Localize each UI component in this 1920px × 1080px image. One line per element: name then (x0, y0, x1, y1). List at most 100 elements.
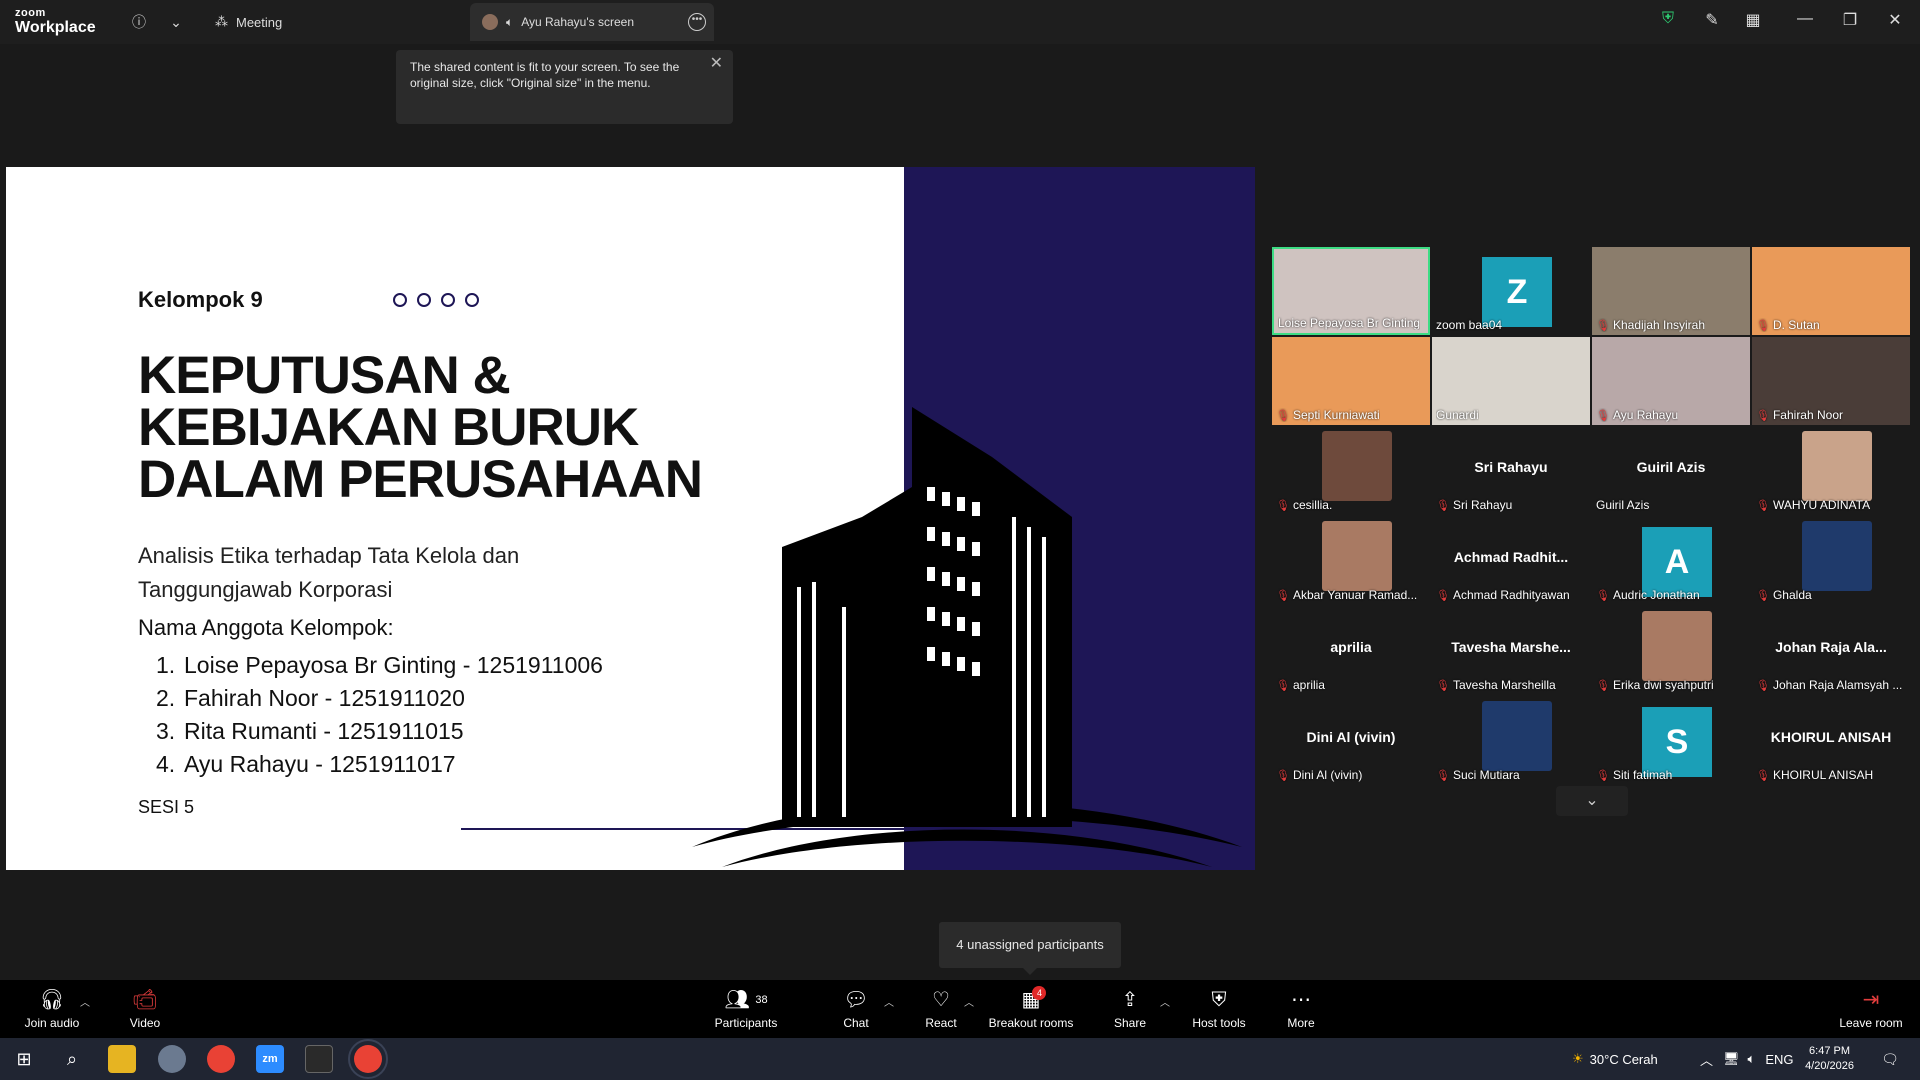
slide-title: KEPUTUSAN & KEBIJAKAN BURUK DALAM PERUSA… (138, 349, 758, 506)
chat-button[interactable]: 💬︎ Chat (838, 988, 874, 1030)
close-icon[interactable]: ✕ (710, 56, 723, 72)
participant-tile[interactable]: 🎙︎ cesillia. (1272, 427, 1430, 515)
participant-name-label: Loise Pepayosa Br Ginting (1278, 316, 1420, 330)
participant-name: Tavesha Marsheilla (1452, 678, 1556, 692)
chrome-icon[interactable] (348, 1039, 388, 1079)
participant-tile[interactable]: 🎙︎ Erika dwi syahputri (1592, 607, 1750, 695)
member-item: 2. Fahirah Noor - 1251911020 (156, 685, 465, 711)
chevron-up-icon[interactable]: ︿ (1160, 994, 1170, 1009)
members-heading: Nama Anggota Kelompok: (138, 615, 394, 640)
minimize-icon[interactable]: — (1793, 10, 1817, 28)
chevron-down-icon[interactable]: ⌄ (165, 11, 187, 33)
close-icon[interactable]: ✕ (1883, 10, 1907, 30)
avatar (1802, 521, 1872, 591)
tooltip-text: The shared content is fit to your screen… (410, 60, 680, 90)
participant-tile[interactable]: 🎙︎ Septi Kurniawati (1272, 337, 1430, 425)
pencil-icon[interactable]: ✎ (1700, 10, 1724, 30)
participant-name: Ghalda (1772, 588, 1812, 602)
participant-tile[interactable]: 🎙︎ Ayu Rahayu (1592, 337, 1750, 425)
info-icon[interactable]: ⓘ (128, 11, 150, 33)
clock[interactable]: 6:47 PM 4/20/2026 (1805, 1044, 1854, 1074)
participant-name: Suci Mutiara (1452, 768, 1520, 782)
participant-name-label: Gunardi (1436, 408, 1479, 422)
layout-icon[interactable]: ▦ (1741, 10, 1765, 30)
participant-tile[interactable]: 🎙︎ Fahirah Noor (1752, 337, 1910, 425)
windows-start-icon[interactable]: ⊞ (10, 1045, 38, 1073)
windows-taskbar: ⊞ ⌕ zm ☀ 30°C Cerah ︿ 🖥︎ 🔈︎ ENG 6:47 PM … (0, 1038, 1920, 1080)
search-icon[interactable]: ⌕ (58, 1045, 86, 1073)
gallery-scroll-down-button[interactable]: ⌄ (1556, 786, 1628, 816)
video-label: Video (129, 1016, 161, 1030)
participant-tile[interactable]: Gunardi (1432, 337, 1590, 425)
participant-tile[interactable]: 🎙︎ WAHYU ADINATA (1752, 427, 1910, 515)
participant-tile[interactable]: Guiril Azis Guiril Azis (1592, 427, 1750, 515)
avatar (482, 14, 498, 30)
participant-name-label: 🎙︎ Tavesha Marsheilla (1436, 678, 1556, 692)
chevron-up-icon[interactable]: ︿ (1700, 1050, 1713, 1069)
join-audio-button[interactable]: 🎧︎ Join audio (22, 988, 82, 1030)
host-tools-button[interactable]: ⛨ Host tools (1190, 988, 1248, 1030)
participant-tile[interactable]: 🎙︎ Akbar Yanuar Ramad... (1272, 517, 1430, 605)
leave-room-button[interactable]: ⇥ Leave room (1838, 988, 1904, 1030)
weather-widget[interactable]: ☀ 30°C Cerah (1572, 1038, 1658, 1080)
avatar: S (1642, 707, 1712, 777)
breakout-rooms-button[interactable]: ▦ 4 Breakout rooms (988, 986, 1074, 1030)
participant-tile[interactable]: 🎙︎ D. Sutan (1752, 247, 1910, 335)
tab-meeting[interactable]: ⁂ Meeting (215, 8, 282, 36)
language-indicator[interactable]: ENG (1765, 1052, 1793, 1067)
participant-tile[interactable]: Zzoom baa04 (1432, 247, 1590, 335)
camera-app-icon[interactable] (305, 1045, 333, 1073)
tab-shared-screen-label: Ayu Rahayu's screen (521, 15, 635, 29)
participant-name-label: 🎙︎ Ayu Rahayu (1596, 408, 1678, 422)
participant-tile[interactable]: A 🎙︎ Audric Jonathan (1592, 517, 1750, 605)
app-icon[interactable] (158, 1045, 186, 1073)
participant-name: Guiril Azis (1596, 498, 1650, 512)
network-icon[interactable]: 🖥︎ (1723, 1051, 1740, 1067)
chevron-up-icon[interactable]: ︿ (964, 994, 974, 1009)
chevron-up-icon[interactable]: ︿ (80, 994, 90, 1009)
participant-name-label: zoom baa04 (1436, 318, 1502, 332)
participant-tile[interactable]: 🎙︎ Suci Mutiara (1432, 697, 1590, 785)
notification-icon[interactable]: 🗨︎ (1876, 1045, 1904, 1073)
tray-icons[interactable]: ︿ 🖥︎ 🔈︎ ENG (1700, 1038, 1794, 1080)
mic-muted-icon: 🎙︎ (1276, 409, 1290, 422)
participant-tile[interactable]: Achmad Radhit... 🎙︎ Achmad Radhityawan (1432, 517, 1590, 605)
participant-name-label: Guiril Azis (1596, 498, 1649, 512)
folder-icon[interactable] (108, 1045, 136, 1073)
shield-icon[interactable]: ⛨ (1656, 10, 1680, 28)
participant-tile[interactable]: Loise Pepayosa Br Ginting (1272, 247, 1430, 335)
chevron-up-icon[interactable]: ︿ (884, 994, 894, 1009)
participant-tile[interactable]: Johan Raja Ala... 🎙︎ Johan Raja Alamsyah .… (1752, 607, 1910, 695)
participants-button[interactable]: 👥︎ 38 Participants (712, 988, 780, 1030)
participant-tile[interactable]: Tavesha Marshe... 🎙︎ Tavesha Marsheilla (1432, 607, 1590, 695)
logo-bottom: Workplace (15, 19, 96, 36)
participant-name: Audric Jonathan (1612, 588, 1700, 602)
participant-name: Gunardi (1436, 408, 1479, 422)
participant-name-label: 🎙︎ Khadijah Insyirah (1596, 318, 1705, 332)
participant-tile[interactable]: KHOIRUL ANISAH 🎙︎ KHOIRUL ANISAH (1752, 697, 1910, 785)
more-button[interactable]: ⋯ More (1286, 988, 1316, 1030)
mic-muted-icon: 🎙︎ (1276, 769, 1290, 782)
video-button[interactable]: 📹︎ Video (122, 988, 168, 1030)
chrome-icon[interactable] (207, 1045, 235, 1073)
zoom-app-icon[interactable]: zm (256, 1045, 284, 1073)
participant-tile[interactable]: 🎙︎ Khadijah Insyirah (1592, 247, 1750, 335)
participant-display-name: Johan Raja Ala... (1775, 639, 1887, 655)
weather-icon: ☀ (1572, 1051, 1584, 1066)
meeting-icon: ⁂ (215, 14, 228, 29)
participant-tile[interactable]: Sri Rahayu 🎙︎ Sri Rahayu (1432, 427, 1590, 515)
participant-tile[interactable]: S 🎙︎ Siti fatimah (1592, 697, 1750, 785)
participant-name: Johan Raja Alamsyah ... (1772, 678, 1903, 692)
more-options-icon[interactable]: ••• (688, 13, 706, 31)
tab-shared-screen[interactable]: 🔈︎ Ayu Rahayu's screen ••• (470, 3, 714, 41)
react-button[interactable]: ♡ React (921, 988, 961, 1030)
volume-icon[interactable]: 🔈︎ (1748, 1051, 1756, 1067)
participant-tile[interactable]: 🎙︎ Ghalda (1752, 517, 1910, 605)
participant-name: D. Sutan (1772, 318, 1820, 332)
chat-icon: 💬︎ (843, 989, 869, 1011)
share-button[interactable]: ⇪ Share (1112, 988, 1148, 1030)
participant-display-name: Sri Rahayu (1474, 459, 1548, 475)
participant-tile[interactable]: Dini Al (vivin) 🎙︎ Dini Al (vivin) (1272, 697, 1430, 785)
participant-tile[interactable]: aprilia 🎙︎ aprilia (1272, 607, 1430, 695)
restore-icon[interactable]: ❐ (1838, 10, 1862, 30)
